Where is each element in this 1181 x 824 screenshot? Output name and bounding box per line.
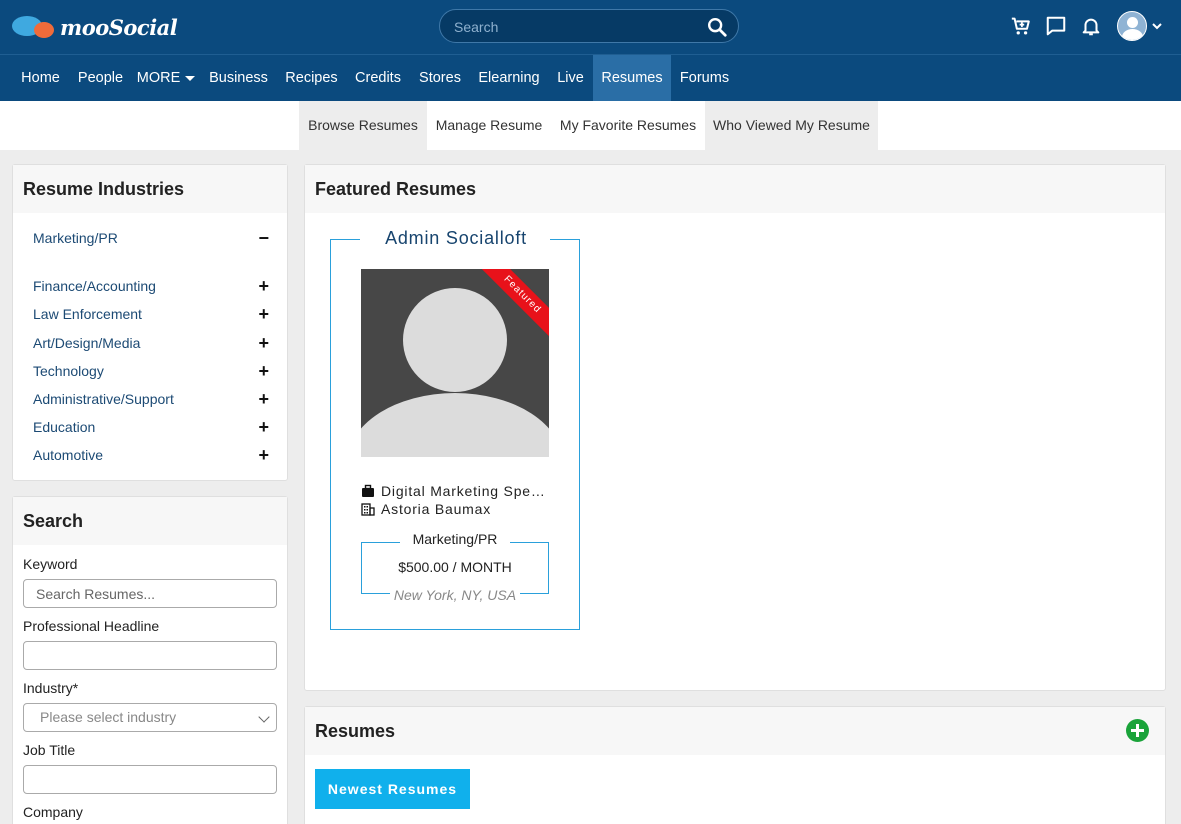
industry-item[interactable]: Law Enforcement + xyxy=(33,304,269,324)
keyword-label: Keyword xyxy=(23,556,78,572)
expand-icon[interactable]: + xyxy=(258,361,269,381)
industry-item[interactable]: Education + xyxy=(33,417,269,437)
user-avatar[interactable] xyxy=(1117,11,1147,41)
add-resume-icon[interactable] xyxy=(1126,719,1149,742)
global-search-input[interactable] xyxy=(454,18,694,36)
jobtitle-label: Job Title xyxy=(23,742,76,758)
resume-subnav: Browse Resumes Manage Resume My Favorite… xyxy=(0,101,1181,150)
industry-label: Industry* xyxy=(23,680,79,696)
industry-label: Finance/Accounting xyxy=(33,278,156,294)
chat-icon[interactable] xyxy=(1044,14,1068,38)
logo-bubbles-icon xyxy=(12,13,56,41)
featured-resume-card[interactable]: Admin Socialloft Featured Digital Market… xyxy=(330,228,580,630)
global-search xyxy=(439,9,739,43)
nav-more-label: MORE xyxy=(136,70,181,86)
tab-browse-resumes[interactable]: Browse Resumes xyxy=(299,101,427,150)
logo-text: mooSocial xyxy=(60,14,178,40)
tab-manage-resume[interactable]: Manage Resume xyxy=(427,101,551,150)
industry-label: Law Enforcement xyxy=(33,306,142,322)
nav-home[interactable]: Home xyxy=(12,55,69,101)
resume-location: New York, NY, USA xyxy=(393,587,517,603)
search-panel: Search Keyword Professional Headline Ind… xyxy=(12,496,288,824)
industry-item[interactable]: Marketing/PR − xyxy=(33,228,269,248)
industry-item[interactable]: Technology + xyxy=(33,361,269,381)
nav-credits[interactable]: Credits xyxy=(346,55,410,101)
resume-job-title: Digital Marketing Spe… xyxy=(381,483,546,499)
industry-label: Technology xyxy=(33,363,104,379)
main-nav: Home People MORE Business Recipes Credit… xyxy=(0,54,1181,101)
expand-icon[interactable]: + xyxy=(258,304,269,324)
header-icons xyxy=(998,10,1163,42)
expand-icon[interactable]: + xyxy=(258,445,269,465)
industry-select[interactable]: Please select industry xyxy=(23,703,277,732)
industry-label: Education xyxy=(33,419,96,435)
industry-item[interactable]: Art/Design/Media + xyxy=(33,333,269,353)
nav-business[interactable]: Business xyxy=(200,55,277,101)
nav-resumes[interactable]: Resumes xyxy=(593,55,671,101)
nav-more[interactable]: MORE xyxy=(132,55,200,101)
resume-category: Marketing/PR xyxy=(412,531,498,547)
nav-people[interactable]: People xyxy=(69,55,132,101)
top-header: mooSocial xyxy=(0,0,1181,54)
industry-label: Administrative/Support xyxy=(33,391,174,407)
chevron-down-icon xyxy=(258,711,270,723)
industries-panel: Resume Industries Marketing/PR − Finance/… xyxy=(12,164,288,481)
resume-company: Astoria Baumax xyxy=(361,501,551,517)
tab-my-favorite-resumes[interactable]: My Favorite Resumes xyxy=(551,101,705,150)
tab-who-viewed-my-resume[interactable]: Who Viewed My Resume xyxy=(705,101,878,150)
industries-title: Resume Industries xyxy=(13,165,287,213)
briefcase-icon xyxy=(362,484,374,497)
industry-item[interactable]: Automotive + xyxy=(33,445,269,465)
featured-resumes-panel: Featured Resumes Admin Socialloft Featur… xyxy=(304,164,1166,691)
collapse-icon[interactable]: − xyxy=(258,228,269,248)
bell-icon[interactable] xyxy=(1079,14,1103,38)
resume-job: Digital Marketing Spe… xyxy=(361,483,551,499)
headline-label: Professional Headline xyxy=(23,618,160,634)
expand-icon[interactable]: + xyxy=(258,333,269,353)
industry-item[interactable]: Finance/Accounting + xyxy=(33,276,269,296)
cart-icon[interactable] xyxy=(1009,14,1033,38)
caret-down-icon xyxy=(185,75,196,81)
search-icon[interactable] xyxy=(706,16,728,38)
expand-icon[interactable]: + xyxy=(258,417,269,437)
nav-stores[interactable]: Stores xyxy=(410,55,470,101)
jobtitle-input[interactable] xyxy=(23,765,277,794)
company-label: Company xyxy=(23,804,83,820)
resume-company-name: Astoria Baumax xyxy=(381,501,492,517)
search-title: Search xyxy=(13,497,287,545)
nav-live[interactable]: Live xyxy=(548,55,593,101)
industry-label: Art/Design/Media xyxy=(33,335,141,351)
expand-icon[interactable]: + xyxy=(258,389,269,409)
resume-owner-name[interactable]: Admin Socialloft xyxy=(331,228,581,249)
resumes-title: Resumes xyxy=(305,707,1165,755)
site-logo[interactable]: mooSocial xyxy=(12,12,178,42)
industry-item[interactable]: Administrative/Support + xyxy=(33,389,269,409)
resumes-panel: Resumes Newest Resumes xyxy=(304,706,1166,824)
nav-elearning[interactable]: Elearning xyxy=(470,55,548,101)
headline-input[interactable] xyxy=(23,641,277,670)
keyword-input[interactable] xyxy=(23,579,277,608)
industry-label: Automotive xyxy=(33,447,104,463)
resume-info-box: Marketing/PR $500.00 / MONTH New York, N… xyxy=(361,531,549,603)
building-icon xyxy=(361,503,375,516)
industry-select-value: Please select industry xyxy=(40,709,177,725)
resume-price: $500.00 / MONTH xyxy=(398,559,512,575)
expand-icon[interactable]: + xyxy=(258,276,269,296)
nav-forums[interactable]: Forums xyxy=(671,55,738,101)
newest-resumes-button[interactable]: Newest Resumes xyxy=(315,769,470,809)
featured-title: Featured Resumes xyxy=(305,165,1165,213)
chevron-down-icon[interactable] xyxy=(1151,20,1163,32)
resume-photo[interactable]: Featured xyxy=(361,269,549,457)
nav-recipes[interactable]: Recipes xyxy=(277,55,346,101)
industry-label: Marketing/PR xyxy=(33,230,118,246)
